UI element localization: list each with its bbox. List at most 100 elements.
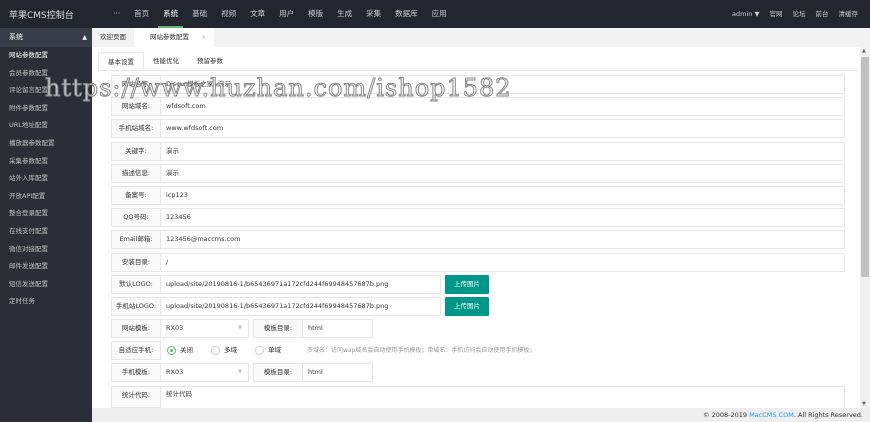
sidebar-item[interactable]: 网站参数配置 xyxy=(0,47,92,65)
maccms-link[interactable]: MacCMS.COM xyxy=(749,411,794,419)
radio-label: 多域 xyxy=(224,346,237,354)
sidebar-item[interactable]: URL地址配置 xyxy=(0,117,92,135)
sidebar-header-label: 系统 xyxy=(9,33,23,41)
field-input[interactable]: 123456 xyxy=(161,208,845,228)
sub-tabs: 基本设置 性能优化 预留参数 xyxy=(98,52,232,70)
field-input[interactable]: upload/site/20190816-1/b65436971a172cfd2… xyxy=(161,274,441,294)
form-row: 默认LOGO: upload/site/20190816-1/b65436971a… xyxy=(111,274,489,294)
tab-site-config[interactable]: 网站参数配置 × xyxy=(134,28,215,47)
link-clear-cache[interactable]: 清缓存 xyxy=(839,0,859,28)
tab-welcome[interactable]: 欢迎页面 xyxy=(92,28,134,47)
field-label: 关键字: xyxy=(111,141,161,161)
form-row: QQ号码: 123456 xyxy=(111,208,845,228)
nav-home[interactable]: 首页 xyxy=(127,0,156,28)
template-select[interactable]: RX03 ▼ xyxy=(161,319,249,338)
nav-database[interactable]: 数据库 xyxy=(388,0,425,28)
field-input[interactable]: Discuz模板之家--演示 xyxy=(161,75,845,94)
field-label: 手机站LOGO: xyxy=(111,297,161,316)
sidebar-item[interactable]: 播放器参数配置 xyxy=(0,135,92,153)
sidebar-item[interactable]: 邮件发送配置 xyxy=(0,258,92,276)
field-label: 默认LOGO: xyxy=(111,274,161,294)
nav-basic[interactable]: 基础 xyxy=(185,0,214,28)
nav-apps[interactable]: 应用 xyxy=(425,0,454,28)
template-dir-input[interactable]: html xyxy=(303,319,373,338)
field-label: 统计代码: xyxy=(111,386,161,408)
sidebar-item[interactable]: 会员参数配置 xyxy=(0,65,92,83)
field-label: QQ号码: xyxy=(111,208,161,228)
field-label: 网站域名: xyxy=(111,97,161,117)
field-label: 安装目录: xyxy=(111,252,161,272)
radio-off[interactable]: 关闭 xyxy=(167,341,193,360)
select-value: RX03 xyxy=(166,368,184,376)
scroll-down-icon[interactable]: ▼ xyxy=(862,401,866,407)
subtab-performance[interactable]: 性能优化 xyxy=(144,52,188,70)
form-row: 手机站域名: www.wfdsoft.com xyxy=(111,119,845,139)
field-label: 备案号: xyxy=(111,186,161,205)
field-label: 网站模板: xyxy=(111,319,161,338)
radio-checked-icon xyxy=(167,346,176,355)
field-label: 手机模板: xyxy=(111,363,161,382)
radio-label: 单域 xyxy=(268,346,281,354)
field-label: 模板目录: xyxy=(253,319,303,338)
field-input[interactable]: wfdsoft.com xyxy=(161,97,845,117)
link-official[interactable]: 官网 xyxy=(770,0,783,28)
upload-image-button[interactable]: 上传图片 xyxy=(445,274,489,294)
nav-collect[interactable]: 采集 xyxy=(359,0,388,28)
sidebar-item[interactable]: 定时任务 xyxy=(0,293,92,311)
sidebar-item[interactable]: 评论留言配置 xyxy=(0,82,92,100)
nav-user[interactable]: 用户 xyxy=(272,0,301,28)
subtab-reserved[interactable]: 预留参数 xyxy=(188,52,232,70)
form-row: 安装目录: / xyxy=(111,252,845,272)
nav-generate[interactable]: 生成 xyxy=(330,0,359,28)
form-row: Email邮箱: 123456@maccms.com xyxy=(111,230,845,250)
sidebar-item[interactable]: 微信对接配置 xyxy=(0,241,92,259)
nav-video[interactable]: 视频 xyxy=(214,0,243,28)
scrollbar[interactable]: ▲ ▼ xyxy=(860,47,870,408)
field-label: 手机站域名: xyxy=(111,119,161,139)
link-forum[interactable]: 论坛 xyxy=(793,0,806,28)
nav-template[interactable]: 模版 xyxy=(301,0,330,28)
scrollbar-thumb[interactable] xyxy=(861,57,869,277)
field-input[interactable]: 演示 xyxy=(161,141,845,161)
username: admin xyxy=(732,10,753,18)
nav-more[interactable]: ··· xyxy=(106,0,127,28)
field-input[interactable]: icp123 xyxy=(161,186,845,205)
field-input[interactable]: 演示 xyxy=(161,163,845,183)
scroll-up-icon[interactable]: ▲ xyxy=(862,48,866,54)
sidebar-header[interactable]: 系统 ▲ xyxy=(0,28,92,47)
radio-multi[interactable]: 多域 xyxy=(211,341,237,360)
form-row: 网站域名: wfdsoft.com xyxy=(111,97,845,117)
field-input[interactable]: www.wfdsoft.com xyxy=(161,119,845,139)
field-label: 网站名称: xyxy=(111,75,161,94)
sidebar: 系统 ▲ 网站参数配置 会员参数配置 评论留言配置 附件参数配置 URL地址配置 播放器参数… xyxy=(0,28,92,422)
mobile-template-dir-input[interactable]: html xyxy=(303,363,373,382)
sidebar-item[interactable]: 整合登录配置 xyxy=(0,205,92,223)
user-menu[interactable]: admin ▼ xyxy=(732,0,759,28)
caret-down-icon: ▼ xyxy=(754,10,760,18)
subtab-basic[interactable]: 基本设置 xyxy=(98,52,144,70)
sidebar-item[interactable]: 站外入库配置 xyxy=(0,170,92,188)
upload-image-button[interactable]: 上传图片 xyxy=(445,297,489,316)
sidebar-item[interactable]: 附件参数配置 xyxy=(0,100,92,118)
sidebar-item[interactable]: 开放API配置 xyxy=(0,188,92,206)
adapt-hint: 多域名：访问wap域名会自动使用手机模板；单域名：手机访问会自动使用手机模板； xyxy=(307,347,536,354)
nav-system[interactable]: 系统 xyxy=(156,0,185,28)
form-row: 网站名称: Discuz模板之家--演示 xyxy=(111,75,845,94)
link-frontend[interactable]: 前台 xyxy=(816,0,829,28)
sidebar-item[interactable]: 在线支付配置 xyxy=(0,223,92,241)
radio-icon xyxy=(255,346,264,355)
field-input[interactable]: 123456@maccms.com xyxy=(161,230,845,250)
top-bar: 苹果CMS控制台 ··· 首页 系统 基础 视频 文章 用户 模版 生成 采集 … xyxy=(0,0,870,28)
stats-code-textarea[interactable]: 统计代码 xyxy=(161,386,845,408)
copyright-suffix: . All Rights Reserved. xyxy=(793,411,863,419)
sidebar-item[interactable]: 采集参数配置 xyxy=(0,153,92,171)
mobile-template-select[interactable]: RX03 ▼ xyxy=(161,363,249,382)
nav-article[interactable]: 文章 xyxy=(243,0,272,28)
radio-label: 关闭 xyxy=(180,346,193,354)
field-input[interactable]: / xyxy=(161,252,845,272)
close-icon[interactable]: × xyxy=(201,33,206,41)
copyright: © 2008-2019 xyxy=(703,411,750,419)
radio-single[interactable]: 单域 xyxy=(255,341,281,360)
sidebar-item[interactable]: 短信发送配置 xyxy=(0,276,92,294)
field-input[interactable]: upload/site/20190816-1/b65436971a172cfd2… xyxy=(161,297,441,316)
